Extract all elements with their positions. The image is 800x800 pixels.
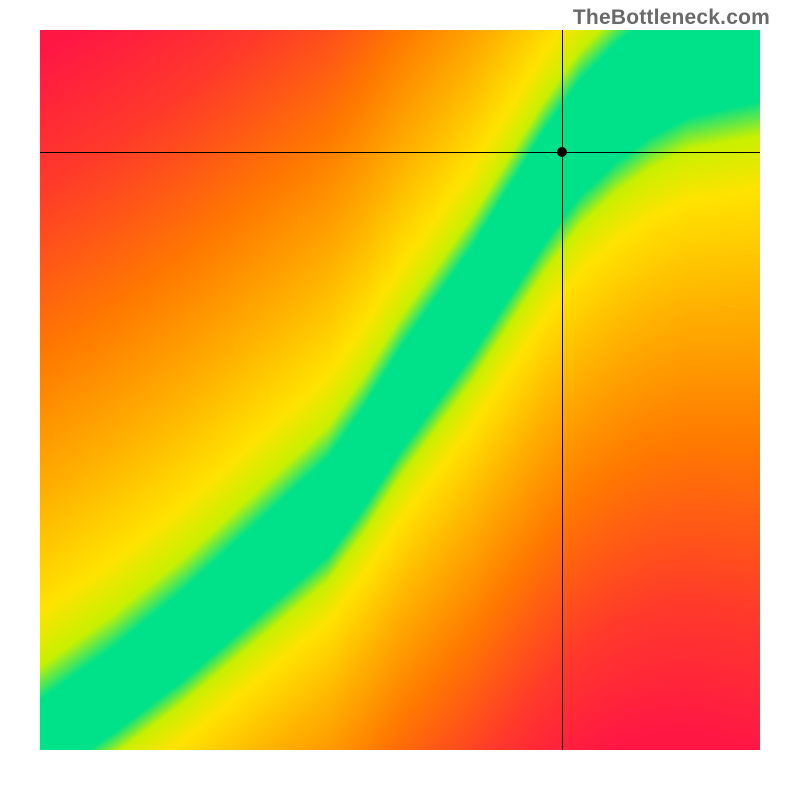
crosshair-vertical	[562, 30, 563, 750]
crosshair-horizontal	[40, 152, 760, 153]
heatmap-canvas	[40, 30, 760, 750]
watermark-text: TheBottleneck.com	[573, 6, 770, 30]
crosshair-dot	[557, 147, 567, 157]
heatmap-plot	[40, 30, 760, 750]
